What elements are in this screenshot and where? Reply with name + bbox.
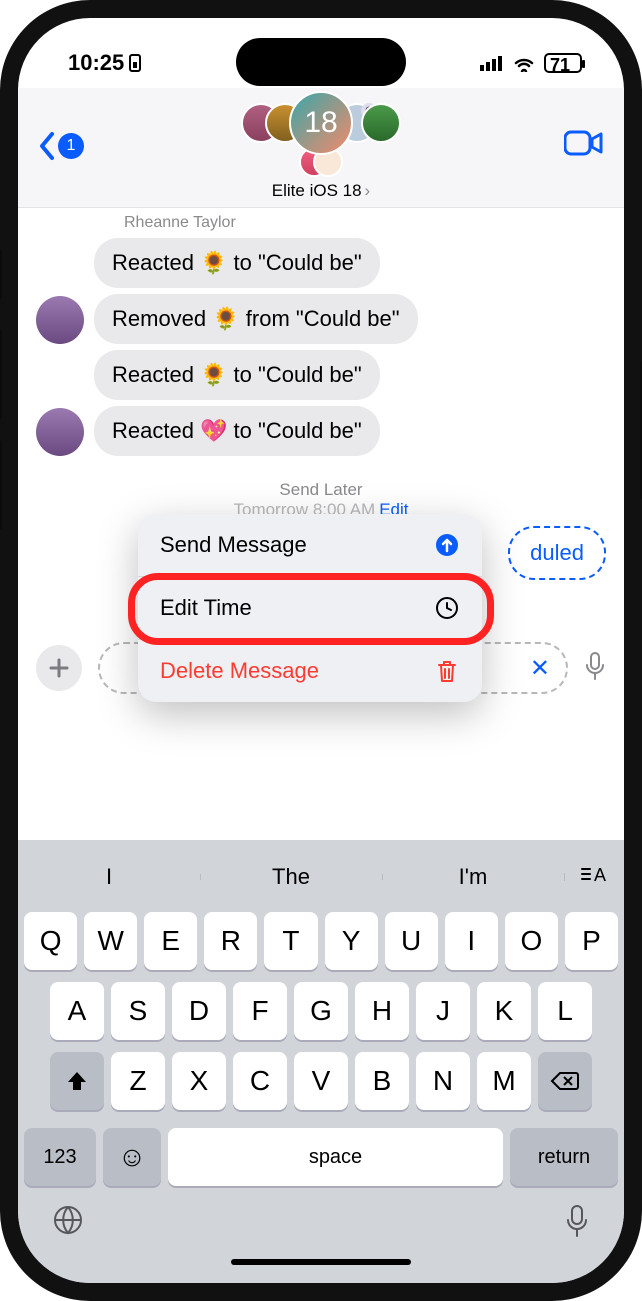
key-u[interactable]: U: [385, 912, 438, 970]
scheduled-message-bubble[interactable]: duled: [508, 526, 606, 580]
avatar[interactable]: [36, 408, 84, 456]
key-c[interactable]: C: [233, 1052, 287, 1110]
group-avatars: 18: [249, 91, 393, 155]
shift-key[interactable]: [50, 1052, 104, 1110]
space-key[interactable]: space: [168, 1128, 503, 1186]
avatar[interactable]: [36, 296, 84, 344]
key-t[interactable]: T: [264, 912, 317, 970]
key-r[interactable]: R: [204, 912, 257, 970]
conversation[interactable]: Rheanne Taylor Reacted 🌻 to "Could be" R…: [18, 208, 624, 840]
key-d[interactable]: D: [172, 982, 226, 1040]
predict-3[interactable]: I'm: [382, 864, 564, 890]
key-y[interactable]: Y: [325, 912, 378, 970]
return-key[interactable]: return: [510, 1128, 618, 1186]
facetime-button[interactable]: [564, 129, 604, 162]
back-button[interactable]: 1: [38, 131, 84, 161]
menu-delete-message[interactable]: Delete Message: [138, 640, 482, 702]
wifi-icon: [512, 54, 536, 72]
menu-send-message[interactable]: Send Message: [138, 514, 482, 576]
sender-name: Rheanne Taylor: [124, 214, 606, 232]
context-menu: Send Message Edit Time Delete Message: [138, 514, 482, 702]
home-indicator[interactable]: [231, 1259, 411, 1265]
key-x[interactable]: X: [172, 1052, 226, 1110]
menu-edit-time[interactable]: Edit Time: [138, 577, 482, 639]
key-f[interactable]: F: [233, 982, 287, 1040]
dynamic-island: [236, 38, 406, 86]
keyboard: I The I'm A QWERTYUIOP ASDFGHJKL ZXCVBNM…: [18, 840, 624, 1283]
predict-1[interactable]: I: [18, 864, 200, 890]
key-k[interactable]: K: [477, 982, 531, 1040]
back-badge: 1: [58, 133, 84, 159]
trash-icon: [434, 659, 460, 683]
key-w[interactable]: W: [84, 912, 137, 970]
predict-2[interactable]: The: [200, 864, 382, 890]
key-o[interactable]: O: [505, 912, 558, 970]
battery-icon: 71: [544, 53, 582, 73]
message-bubble[interactable]: Reacted 💖 to "Could be": [94, 406, 380, 456]
key-s[interactable]: S: [111, 982, 165, 1040]
message-bubble[interactable]: Removed 🌻 from "Could be": [94, 294, 418, 344]
message-bubble[interactable]: Reacted 🌻 to "Could be": [94, 238, 380, 288]
text-format-button[interactable]: A: [564, 863, 624, 891]
mic-key[interactable]: [564, 1204, 590, 1243]
chat-name: Elite iOS 18: [272, 181, 362, 201]
key-a[interactable]: A: [50, 982, 104, 1040]
dictation-icon[interactable]: [584, 651, 606, 686]
chevron-right-icon: ›: [365, 181, 371, 201]
key-v[interactable]: V: [294, 1052, 348, 1110]
clock-icon: [434, 596, 460, 620]
sim-icon: [128, 54, 142, 72]
svg-text:A: A: [594, 865, 606, 885]
key-h[interactable]: H: [355, 982, 409, 1040]
key-g[interactable]: G: [294, 982, 348, 1040]
key-i[interactable]: I: [445, 912, 498, 970]
key-e[interactable]: E: [144, 912, 197, 970]
send-icon: [434, 533, 460, 557]
key-j[interactable]: J: [416, 982, 470, 1040]
emoji-key[interactable]: ☺: [103, 1128, 161, 1186]
chat-header[interactable]: 18 Elite iOS 18›: [249, 91, 393, 201]
cellular-icon: [480, 55, 504, 71]
key-b[interactable]: B: [355, 1052, 409, 1110]
status-time: 10:25: [68, 50, 124, 76]
key-l[interactable]: L: [538, 982, 592, 1040]
message-bubble[interactable]: Reacted 🌻 to "Could be": [94, 350, 380, 400]
clear-input-button[interactable]: ✕: [530, 654, 550, 683]
key-n[interactable]: N: [416, 1052, 470, 1110]
backspace-key[interactable]: [538, 1052, 592, 1110]
numeric-key[interactable]: 123: [24, 1128, 96, 1186]
key-m[interactable]: M: [477, 1052, 531, 1110]
key-p[interactable]: P: [565, 912, 618, 970]
key-z[interactable]: Z: [111, 1052, 165, 1110]
key-q[interactable]: Q: [24, 912, 77, 970]
plus-icon: [48, 657, 70, 679]
add-attachment-button[interactable]: [36, 645, 82, 691]
nav-header: 1 18 Elite iOS 18›: [18, 88, 624, 208]
globe-key[interactable]: [52, 1204, 84, 1243]
